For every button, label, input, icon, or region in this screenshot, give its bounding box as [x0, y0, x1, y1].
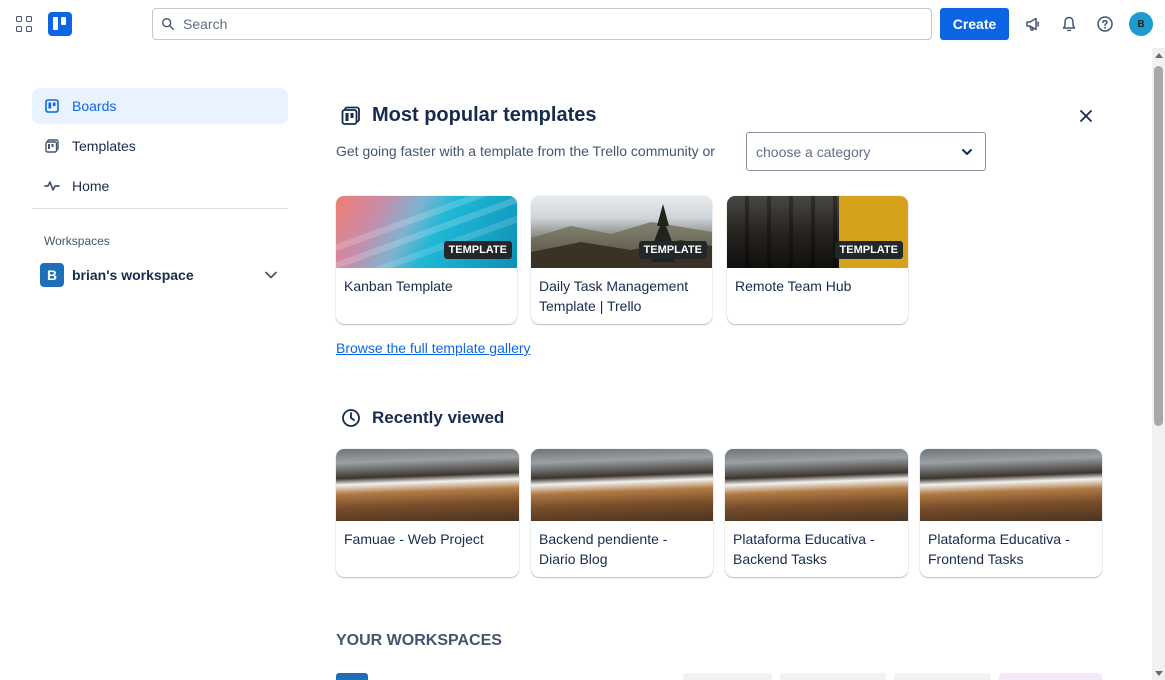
bell-icon[interactable] [1057, 12, 1081, 36]
board-card[interactable]: Backend pendiente - Diario Blog [531, 449, 713, 577]
board-thumbnail [920, 449, 1102, 521]
board-thumbnail [336, 449, 519, 521]
templates-section-title: Most popular templates [340, 104, 596, 127]
template-card[interactable]: TEMPLATE Daily Task Management Template … [531, 196, 712, 324]
avatar[interactable]: B [1129, 12, 1153, 36]
create-button[interactable]: Create [940, 8, 1009, 40]
board-card-title: Famuae - Web Project [344, 531, 484, 547]
search-icon [162, 18, 174, 30]
chevron-down-icon[interactable] [264, 268, 278, 282]
workspace-action-button[interactable] [894, 673, 991, 680]
board-card[interactable]: Plataforma Educativa - Backend Tasks [725, 449, 908, 577]
board-thumbnail [725, 449, 908, 521]
megaphone-icon[interactable] [1021, 12, 1045, 36]
workspace-badge [336, 673, 368, 680]
template-card[interactable]: TEMPLATE Remote Team Hub [727, 196, 908, 324]
templates-title-text: Most popular templates [372, 104, 597, 126]
template-badge: TEMPLATE [638, 241, 707, 259]
template-icon [340, 105, 362, 127]
workspace-name: brian's workspace [72, 267, 194, 283]
clock-icon [340, 407, 362, 429]
browse-template-gallery-link[interactable]: Browse the full template gallery [336, 340, 531, 356]
app-switcher-icon[interactable] [14, 14, 34, 34]
template-card[interactable]: TEMPLATE Kanban Template [336, 196, 517, 324]
recently-viewed-title: Recently viewed [340, 407, 504, 429]
activity-icon [44, 178, 60, 194]
category-select[interactable]: choose a category [746, 132, 986, 171]
board-icon [44, 98, 60, 114]
workspace-action-button[interactable] [780, 673, 886, 680]
workspace-upgrade-button[interactable] [999, 673, 1102, 680]
template-card-title: Remote Team Hub [735, 278, 852, 294]
board-card[interactable]: Plataforma Educativa - Frontend Tasks [920, 449, 1102, 577]
sidebar-item-label: Boards [72, 98, 117, 114]
workspace-action-button[interactable] [683, 673, 772, 680]
sidebar-workspace-item[interactable]: B brian's workspace [32, 258, 288, 292]
board-card-title: Plataforma Educativa - Backend Tasks [733, 531, 875, 567]
help-icon[interactable] [1093, 12, 1117, 36]
chevron-down-icon [962, 149, 972, 155]
sidebar-divider [32, 208, 288, 209]
board-card-title: Plataforma Educativa - Frontend Tasks [928, 531, 1070, 567]
sidebar-item-label: Templates [72, 138, 136, 154]
recently-viewed-title-text: Recently viewed [372, 408, 505, 427]
your-workspaces-heading: YOUR WORKSPACES [336, 632, 502, 649]
template-card-title: Daily Task Management Template | Trello [539, 278, 689, 314]
scroll-down-arrow-icon[interactable] [1155, 671, 1163, 676]
sidebar-item-label: Home [72, 178, 110, 194]
board-card-title: Backend pendiente - Diario Blog [539, 531, 668, 567]
templates-subtitle: Get going faster with a template from th… [336, 143, 715, 159]
board-thumbnail [531, 449, 713, 521]
search-box[interactable] [152, 8, 932, 40]
top-bar: Create B [0, 0, 1165, 48]
workspaces-heading: Workspaces [44, 234, 110, 248]
trello-logo[interactable] [48, 12, 72, 36]
board-card[interactable]: Famuae - Web Project [336, 449, 519, 577]
scrollbar-thumb[interactable] [1154, 66, 1163, 426]
close-templates-button[interactable] [1074, 104, 1098, 128]
sidebar-item-templates[interactable]: Templates [32, 128, 288, 164]
template-card-title: Kanban Template [344, 278, 453, 294]
page-scrollbar[interactable] [1152, 48, 1165, 680]
search-input[interactable] [183, 16, 883, 32]
template-icon [44, 138, 60, 154]
close-icon [1080, 110, 1092, 122]
scroll-up-arrow-icon[interactable] [1155, 53, 1163, 58]
workspace-badge: B [40, 263, 64, 287]
category-select-value: choose a category [756, 143, 871, 160]
sidebar-item-home[interactable]: Home [32, 168, 288, 204]
template-badge: TEMPLATE [443, 241, 512, 259]
sidebar-item-boards[interactable]: Boards [32, 88, 288, 124]
template-badge: TEMPLATE [834, 241, 903, 259]
